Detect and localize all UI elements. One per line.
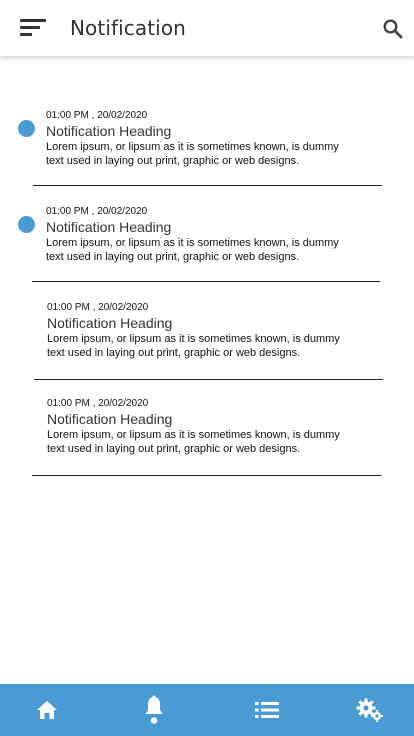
notification-item[interactable]: 01:00 PM , 20/02/2020 Notification Headi… — [0, 301, 414, 397]
notification-body-line: text used in laying out print, graphic o… — [46, 251, 300, 263]
notification-body-line: text used in laying out print, graphic o… — [47, 347, 301, 359]
notification-body: Lorem ipsum, or lipsum as it is sometime… — [47, 428, 367, 456]
notification-time: 01:00 PM , 20/02/2020 — [46, 206, 148, 217]
nav-home[interactable] — [17, 684, 77, 736]
notification-time: 01:00 PM , 20/02/2020 — [47, 398, 149, 409]
notification-item[interactable]: 01:00 PM , 20/02/2020 Notification Headi… — [0, 109, 414, 205]
sort-menu-icon — [20, 19, 46, 36]
divider — [34, 379, 383, 380]
notification-item[interactable]: 01:00 PM , 20/02/2020 Notification Headi… — [0, 205, 414, 301]
nav-notifications[interactable] — [124, 684, 184, 736]
notification-body-line: text used in laying out print, graphic o… — [46, 155, 300, 167]
notification-body-line: Lorem ipsum, or lipsum as it is sometime… — [47, 333, 340, 345]
app-header: Notification — [0, 0, 414, 56]
menu-button[interactable] — [12, 12, 52, 44]
notification-heading: Notification Heading — [46, 123, 172, 139]
bottom-nav — [0, 684, 414, 736]
notification-time: 01:00 PM , 20/02/2020 — [47, 302, 149, 313]
unread-dot — [18, 120, 35, 137]
notification-body-line: Lorem ipsum, or lipsum as it is sometime… — [46, 141, 339, 153]
notification-heading: Notification Heading — [47, 315, 173, 331]
notification-body-line: Lorem ipsum, or lipsum as it is sometime… — [46, 237, 339, 249]
notification-body: Lorem ipsum, or lipsum as it is sometime… — [46, 140, 366, 168]
page-title: Notification — [70, 16, 186, 40]
bell-icon — [145, 695, 163, 724]
settings-gears-icon — [356, 698, 383, 722]
nav-list[interactable] — [237, 684, 297, 736]
notification-body: Lorem ipsum, or lipsum as it is sometime… — [47, 332, 367, 360]
notification-heading: Notification Heading — [46, 219, 172, 235]
notification-heading: Notification Heading — [47, 411, 173, 427]
search-button[interactable] — [382, 18, 404, 40]
unread-dot — [18, 216, 35, 233]
notification-time: 01:00 PM , 20/02/2020 — [46, 110, 148, 121]
notification-body: Lorem ipsum, or lipsum as it is sometime… — [46, 236, 366, 264]
notification-body-line: Lorem ipsum, or lipsum as it is sometime… — [47, 429, 340, 441]
divider — [33, 185, 382, 186]
divider — [32, 281, 380, 282]
nav-settings[interactable] — [340, 684, 400, 736]
notification-item[interactable]: 01:00 PM , 20/02/2020 Notification Headi… — [0, 397, 414, 493]
list-icon — [255, 702, 279, 718]
divider — [32, 475, 381, 476]
home-icon — [37, 701, 57, 719]
search-icon — [383, 19, 403, 39]
notification-body-line: text used in laying out print, graphic o… — [47, 443, 301, 455]
